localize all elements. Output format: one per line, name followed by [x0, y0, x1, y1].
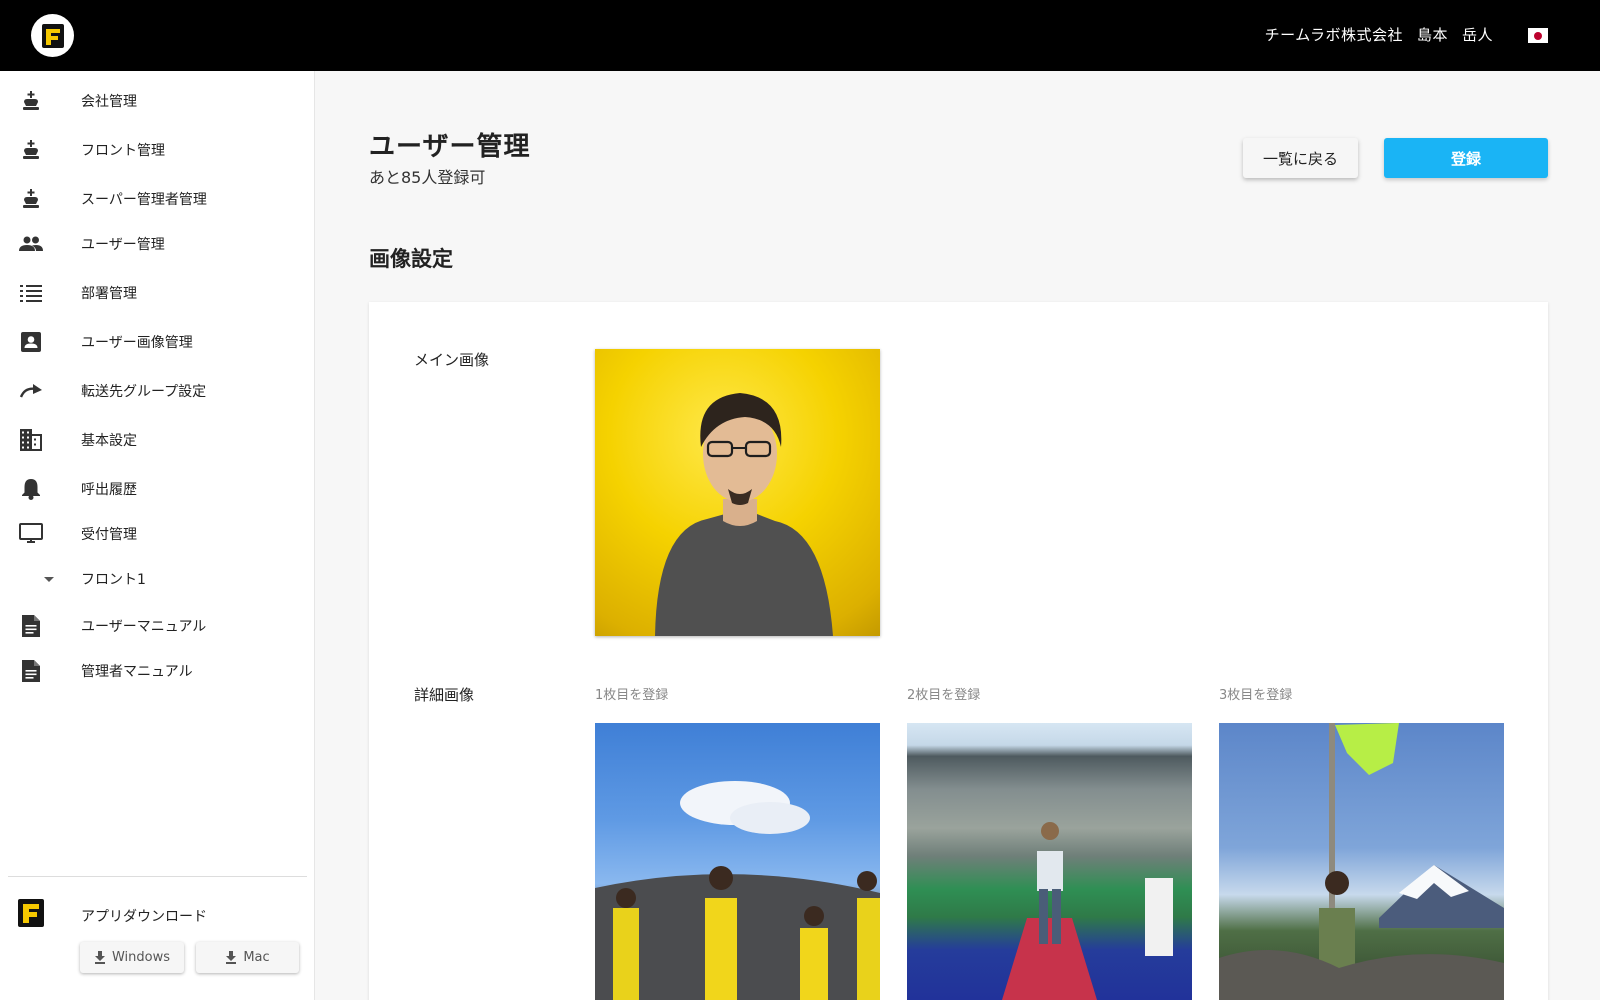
main-image[interactable]	[595, 349, 880, 636]
remaining-registrations: あと85人登録可	[369, 168, 486, 187]
stadium-team-photo	[595, 781, 880, 1000]
download-mac-button[interactable]: Mac	[196, 942, 299, 973]
chess-king-icon	[19, 89, 43, 113]
sidebar-item-admin-manual[interactable]: 管理者マニュアル	[0, 651, 315, 691]
sidebar-item-label: ユーザー画像管理	[81, 335, 193, 351]
caret-down-icon	[44, 576, 54, 582]
sidebar-item-company[interactable]: 会社管理	[0, 81, 315, 121]
register-button[interactable]: 登録	[1384, 138, 1548, 178]
chess-king-icon	[19, 187, 43, 211]
sidebar-item-label: 受付管理	[81, 527, 137, 543]
sidebar-item-label: フロント管理	[81, 143, 165, 159]
brand-logo-icon	[41, 23, 64, 48]
japan-flag-icon[interactable]	[1528, 28, 1548, 43]
mountain-flag-photo	[1219, 723, 1504, 1000]
download-windows-label: Windows	[111, 950, 171, 965]
download-icon	[94, 951, 105, 964]
app-download-label: アプリダウンロード	[81, 909, 207, 925]
portrait-photo	[655, 393, 833, 636]
sidebar-item-departments[interactable]: 部署管理	[0, 273, 315, 313]
contact-card-icon	[19, 330, 43, 354]
sidebar-item-super-admin[interactable]: スーパー管理者管理	[0, 179, 315, 219]
detail-image-2[interactable]	[907, 723, 1192, 1000]
user-last-name: 島本	[1416, 26, 1448, 44]
sidebar-item-label: 部署管理	[81, 286, 137, 302]
document-icon	[19, 659, 43, 683]
sidebar-item-label: フロント1	[81, 572, 146, 588]
sidebar-item-users[interactable]: ユーザー管理	[0, 224, 315, 264]
sidebar-item-user-manual[interactable]: ユーザーマニュアル	[0, 606, 315, 646]
sidebar-item-call-history[interactable]: 呼出履歴	[0, 469, 315, 509]
sidebar-item-user-images[interactable]: ユーザー画像管理	[0, 322, 315, 362]
redo-arrow-icon	[19, 379, 43, 403]
download-windows-button[interactable]: Windows	[80, 942, 184, 973]
main-image-label: メイン画像	[414, 351, 490, 369]
detail-image-3[interactable]	[1219, 723, 1504, 1000]
brand-logo-icon	[18, 899, 44, 927]
people-icon	[19, 232, 43, 256]
monitor-icon	[19, 522, 43, 546]
sidebar-item-label: 呼出履歴	[81, 482, 137, 498]
download-icon	[226, 951, 237, 964]
detail-image-label: 詳細画像	[414, 686, 475, 704]
sidebar-item-forwarding-groups[interactable]: 転送先グループ設定	[0, 371, 315, 411]
sidebar-item-label: 転送先グループ設定	[81, 384, 207, 400]
document-icon	[19, 614, 43, 638]
sidebar-item-basic-settings[interactable]: 基本設定	[0, 420, 315, 460]
sidebar-item-label: 管理者マニュアル	[81, 664, 193, 680]
sidebar-item-front1[interactable]: フロント1	[0, 559, 315, 599]
sidebar-item-label: 基本設定	[81, 433, 137, 449]
building-icon	[19, 428, 43, 452]
slot-1-label: 1枚目を登録	[595, 688, 669, 703]
sidebar-item-label: ユーザーマニュアル	[81, 619, 207, 635]
chess-king-icon	[19, 138, 43, 162]
sidebar-item-label: ユーザー管理	[81, 237, 165, 253]
sidebar-item-reception[interactable]: 受付管理	[0, 514, 315, 554]
detail-image-1[interactable]	[595, 723, 880, 1000]
slot-2-label: 2枚目を登録	[907, 688, 981, 703]
user-info[interactable]: チームラボ株式会社 島本 岳人	[1265, 24, 1493, 45]
top-bar: チームラボ株式会社 島本 岳人	[0, 0, 1600, 71]
sidebar: 会社管理 フロント管理 スーパー管理者管理 ユーザー管理 部署管理 ユーザー画像…	[0, 71, 315, 1000]
list-icon	[19, 281, 43, 305]
bell-icon	[19, 477, 43, 501]
page-title: ユーザー管理	[369, 132, 531, 162]
stadium-pitch-photo	[1002, 822, 1173, 1000]
sidebar-item-front[interactable]: フロント管理	[0, 130, 315, 170]
company-name: チームラボ株式会社	[1264, 26, 1403, 44]
download-mac-label: Mac	[243, 950, 270, 965]
app-logo[interactable]	[31, 14, 74, 57]
back-to-list-button[interactable]: 一覧に戻る	[1243, 138, 1358, 178]
sidebar-divider	[8, 876, 307, 877]
user-first-name: 岳人	[1461, 26, 1493, 44]
slot-3-label: 3枚目を登録	[1219, 688, 1293, 703]
section-title: 画像設定	[369, 247, 453, 271]
sidebar-item-label: 会社管理	[81, 94, 137, 110]
sidebar-item-label: スーパー管理者管理	[81, 192, 207, 208]
